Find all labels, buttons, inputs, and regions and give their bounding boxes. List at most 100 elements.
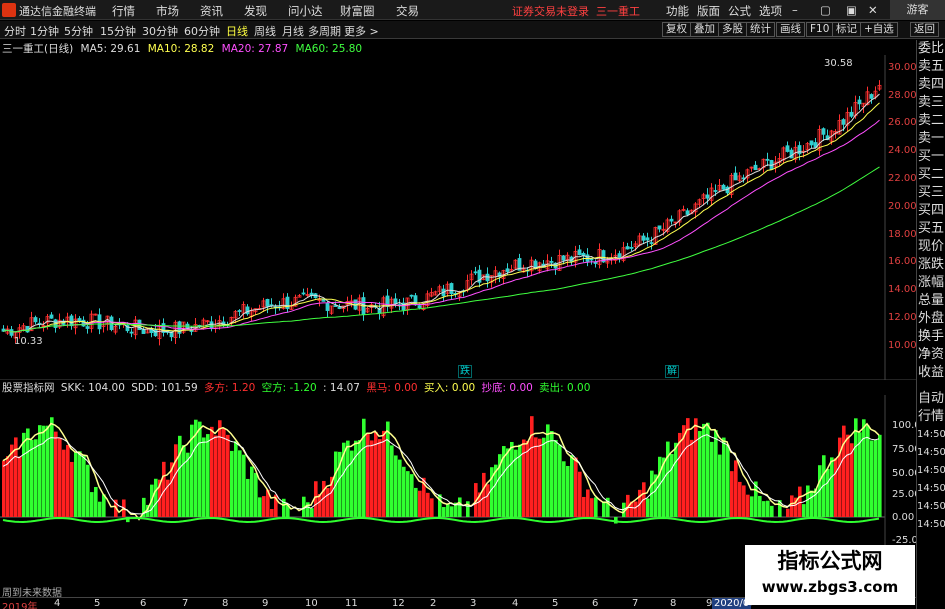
indicator-bar (54, 431, 58, 517)
tf-multi[interactable]: 多周期 (308, 23, 341, 39)
indicator-bar (730, 471, 734, 517)
menu-formula[interactable]: 公式 (728, 3, 751, 19)
tf-timeshare[interactable]: 分时 (4, 23, 26, 39)
side-auto[interactable]: 自动 (917, 390, 945, 408)
event-marker[interactable]: 解 (665, 365, 679, 378)
side-ask2[interactable]: 卖二 (917, 112, 945, 130)
indicator-bar (826, 468, 830, 517)
candlestick-chart[interactable] (0, 55, 916, 380)
indicator-bar (854, 418, 858, 517)
indicator-bar (862, 419, 866, 517)
side-change[interactable]: 涨跌 (917, 256, 945, 274)
indicator-bar (270, 509, 274, 517)
indicator-bar (694, 418, 698, 517)
tf-weekly[interactable]: 周线 (254, 23, 276, 39)
menu-ask[interactable]: 问小达 (288, 3, 323, 19)
close-icon[interactable]: ✕ (868, 3, 878, 17)
side-net-asset[interactable]: 净资 (917, 346, 945, 364)
mark-button[interactable]: 标记 (832, 22, 861, 37)
tf-60min[interactable]: 60分钟 (184, 23, 220, 39)
date-tick: 5 (552, 598, 559, 609)
side-ask4[interactable]: 卖四 (917, 76, 945, 94)
side-bid-ratio[interactable]: 委比 (917, 40, 945, 58)
menu-quotes[interactable]: 行情 (112, 3, 135, 19)
indicator-bar (870, 440, 874, 517)
candle-body (685, 210, 690, 215)
indicator-bar (486, 484, 490, 517)
maximize-icon[interactable]: ▣ (846, 3, 857, 17)
candle-body (625, 246, 630, 250)
indicator-bar (262, 496, 266, 517)
multi-stock-button[interactable]: 多股 (718, 22, 747, 37)
candle-body (765, 158, 770, 161)
tf-15min[interactable]: 15分钟 (100, 23, 136, 39)
minimize-icon[interactable]: – (792, 3, 798, 17)
menu-layout[interactable]: 版面 (697, 3, 720, 19)
side-ask3[interactable]: 卖三 (917, 94, 945, 112)
side-price[interactable]: 现价 (917, 238, 945, 256)
dark-horse-value: 黑马: 0.00 (366, 382, 418, 394)
candle-body (629, 246, 634, 249)
indicator-bar (766, 500, 770, 517)
price-tick: 12.00 (888, 312, 917, 323)
back-button[interactable]: 返回 (910, 22, 939, 37)
tf-daily[interactable]: 日线 (226, 23, 248, 39)
draw-button[interactable]: 画线 (776, 22, 805, 37)
event-marker[interactable]: 跌 (458, 365, 472, 378)
side-time: 14:50 (917, 519, 945, 530)
side-bid4[interactable]: 买四 (917, 202, 945, 220)
side-turnover[interactable]: 换手 (917, 328, 945, 346)
indicator-bar (22, 432, 26, 517)
menu-function[interactable]: 功能 (666, 3, 689, 19)
indicator-bar (590, 498, 594, 517)
f10-button[interactable]: F10 (806, 22, 834, 37)
restore-icon[interactable]: ▢ (820, 3, 831, 17)
side-bid3[interactable]: 买三 (917, 184, 945, 202)
indicator-bar (26, 428, 30, 517)
side-earnings[interactable]: 收益 (917, 364, 945, 382)
menu-market[interactable]: 市场 (156, 3, 179, 19)
indicator-bar (206, 434, 210, 517)
indicator-bar (86, 464, 90, 517)
side-ask5[interactable]: 卖五 (917, 58, 945, 76)
side-bid5[interactable]: 买五 (917, 220, 945, 238)
menu-trade[interactable]: 交易 (396, 3, 419, 19)
date-tick: 4 (54, 598, 61, 609)
tf-more[interactable]: 更多 > (344, 23, 379, 39)
stats-button[interactable]: 统计 (746, 22, 775, 37)
side-quotes[interactable]: 行情 (917, 408, 945, 426)
adjust-button[interactable]: 复权 (662, 22, 691, 37)
side-bid1[interactable]: 买一 (917, 148, 945, 166)
date-tick: 2 (430, 598, 437, 609)
indicator-bar (530, 416, 534, 517)
side-ask1[interactable]: 卖一 (917, 130, 945, 148)
candle-body (789, 149, 794, 159)
overlay-button[interactable]: 叠加 (690, 22, 719, 37)
indicator-bar (850, 443, 854, 517)
indicator-bar (182, 445, 186, 517)
side-change-pct[interactable]: 涨幅 (917, 274, 945, 292)
login-notice[interactable]: 证券交易未登录 三一重工 (512, 3, 640, 19)
add-watchlist-button[interactable]: +自选 (860, 22, 898, 37)
menu-wealth[interactable]: 财富圈 (340, 3, 375, 19)
indicator-bar (238, 450, 242, 517)
indicator-bar (2, 460, 6, 517)
tf-1min[interactable]: 1分钟 (30, 23, 59, 39)
side-outer[interactable]: 外盘 (917, 310, 945, 328)
guest-button[interactable]: 游客 (890, 0, 945, 20)
candle-body (325, 302, 330, 311)
indicator-bar (414, 487, 418, 517)
indicator-bar (666, 441, 670, 517)
tf-5min[interactable]: 5分钟 (64, 23, 93, 39)
tf-monthly[interactable]: 月线 (282, 23, 304, 39)
candle-body (561, 255, 566, 261)
v-value: : 14.07 (323, 382, 360, 394)
tf-30min[interactable]: 30分钟 (142, 23, 178, 39)
menu-bar: 通达信金融终端 行情 市场 资讯 发现 问小达 财富圈 交易 证券交易未登录 三… (0, 0, 945, 20)
bull-value: 多方: 1.20 (204, 382, 256, 394)
side-bid2[interactable]: 买二 (917, 166, 945, 184)
side-volume[interactable]: 总量 (917, 292, 945, 310)
menu-discover[interactable]: 发现 (244, 3, 267, 19)
menu-options[interactable]: 选项 (759, 3, 782, 19)
menu-news[interactable]: 资讯 (200, 3, 223, 19)
